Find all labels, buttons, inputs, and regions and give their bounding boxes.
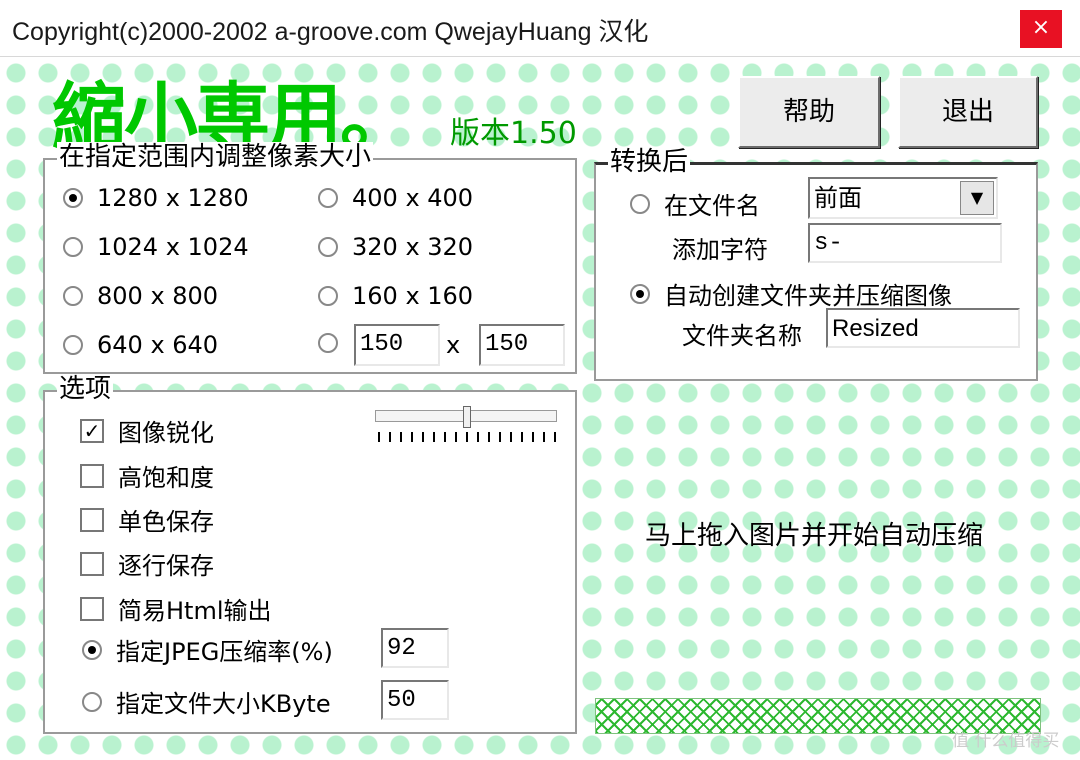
checkbox-icon [80,507,104,532]
mono-checkbox[interactable]: 单色保存 [80,502,214,537]
checkbox-icon [80,596,104,621]
position-select-value: 前面 [814,184,862,212]
size-option-label: 400 x 400 [352,184,474,212]
custom-size-separator: x [446,331,461,359]
auto-folder-label: 自动创建文件夹并压缩图像 [664,282,952,310]
html-label: 简易Html输出 [118,597,272,625]
jpeg-quality-input[interactable]: 92 [381,628,449,668]
size-option-1280[interactable]: 1280 x 1280 [63,184,249,212]
custom-width-input[interactable]: 150 [354,324,440,366]
size-option-label: 800 x 800 [97,282,219,310]
check-icon: ✓ [80,418,104,443]
auto-folder-radio[interactable]: 自动创建文件夹并压缩图像 [630,276,952,311]
radio-icon [63,237,83,257]
size-option-label: 640 x 640 [97,331,219,359]
add-char-input[interactable]: s- [808,223,1002,263]
sharpen-label: 图像锐化 [118,419,214,447]
folder-name-label: 文件夹名称 [682,322,802,350]
size-option-label: 1024 x 1024 [97,233,249,261]
size-option-800[interactable]: 800 x 800 [63,282,218,310]
radio-icon [318,237,338,257]
options-group-title: 选项 [57,374,114,404]
size-option-400[interactable]: 400 x 400 [318,184,473,212]
filename-mode-label: 在文件名 [664,192,760,220]
title-bar: Copyright(c)2000-2002 a-groove.com Qweja… [0,0,1080,57]
chevron-down-icon[interactable]: ▼ [960,181,994,215]
size-option-320[interactable]: 320 x 320 [318,233,473,261]
sharpen-checkbox[interactable]: ✓ 图像锐化 [80,413,214,448]
size-option-label: 160 x 160 [352,282,474,310]
mono-label: 单色保存 [118,508,214,536]
radio-icon [630,193,650,214]
radio-icon [82,691,102,712]
radio-icon [63,335,83,355]
saturation-checkbox[interactable]: 高饱和度 [80,458,214,493]
filename-mode-radio[interactable]: 在文件名 [630,186,760,221]
folder-name-input[interactable]: Resized [826,308,1020,348]
slider-ticks [378,432,556,442]
radio-icon [63,286,83,306]
drop-hint: 马上拖入图片并开始自动压缩 [645,521,984,551]
exit-button[interactable]: 退出 [898,76,1038,148]
add-char-label: 添加字符 [672,236,768,264]
custom-height-input[interactable]: 150 [479,324,565,366]
radio-icon [63,188,83,208]
size-option-640[interactable]: 640 x 640 [63,331,218,359]
window-title: Copyright(c)2000-2002 a-groove.com Qweja… [12,18,649,46]
radio-icon [630,283,650,304]
size-option-label: 1280 x 1280 [97,184,249,212]
jpeg-quality-radio[interactable]: 指定JPEG压缩率(%) [82,632,333,667]
checkbox-icon [80,463,104,488]
file-size-input[interactable]: 50 [381,680,449,720]
radio-icon [82,639,102,660]
close-button[interactable]: × [1020,10,1062,48]
progressive-checkbox[interactable]: 逐行保存 [80,546,214,581]
html-checkbox[interactable]: 简易Html输出 [80,591,272,626]
saturation-label: 高饱和度 [118,464,214,492]
version-label: 版本1.50 [450,116,577,151]
file-size-label: 指定文件大小KByte [116,690,331,718]
jpeg-quality-label: 指定JPEG压缩率(%) [116,638,333,666]
radio-icon [318,333,338,353]
radio-icon [318,286,338,306]
radio-icon [318,188,338,208]
size-group-title: 在指定范围内调整像素大小 [57,142,374,172]
watermark: 值 什么值得买 [952,731,1060,751]
size-option-160[interactable]: 160 x 160 [318,282,473,310]
size-option-custom[interactable] [318,333,338,353]
checkbox-icon [80,551,104,576]
sharpen-slider-thumb[interactable] [463,406,471,428]
size-option-label: 320 x 320 [352,233,474,261]
size-option-1024[interactable]: 1024 x 1024 [63,233,249,261]
position-select[interactable]: 前面 ▼ [808,177,998,219]
help-button[interactable]: 帮助 [738,76,880,148]
progressive-label: 逐行保存 [118,552,214,580]
convert-group-title: 转换后 [608,147,691,177]
file-size-radio[interactable]: 指定文件大小KByte [82,684,331,719]
